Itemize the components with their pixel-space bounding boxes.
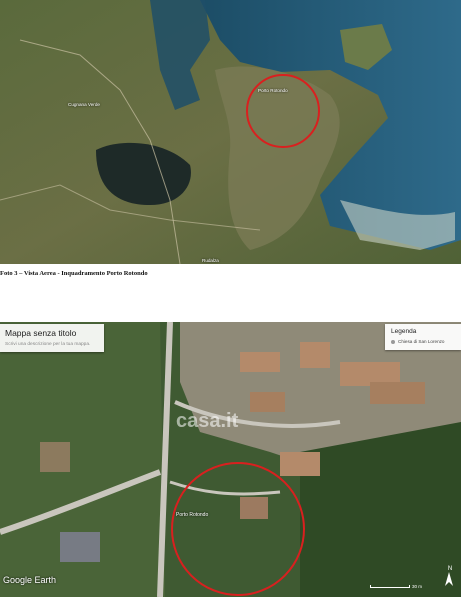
- scale-bar: 30 m: [370, 584, 422, 589]
- label-porto-rotondo: Porto Rotondo: [258, 88, 288, 93]
- legend-item: Chiesa di San Lorenzo: [391, 339, 444, 344]
- detail-map: Mappa senza titolo Scrivi una descrizion…: [0, 322, 461, 597]
- label-cugnana: Cugnana Verde: [68, 102, 100, 107]
- legend-dot-icon: [391, 339, 395, 344]
- north-arrow-icon: N: [444, 566, 456, 590]
- legend-title: Legenda: [391, 328, 417, 335]
- detail-map-image: [0, 322, 461, 597]
- aerial-view-porto-rotondo: Cugnana Verde Porto Rotondo Rudalza: [0, 0, 461, 264]
- legend-item-label: Chiesa di San Lorenzo: [398, 339, 445, 344]
- watermark: casa.it: [176, 410, 239, 432]
- scale-label: 30 m: [412, 584, 423, 589]
- map-title: Mappa senza titolo: [5, 328, 77, 338]
- map-place-label: Porto Rotondo: [176, 512, 209, 518]
- map-title-panel: Mappa senza titolo Scrivi una descrizion…: [0, 324, 104, 352]
- scale-line: [370, 585, 410, 588]
- aerial-view-image: [0, 0, 461, 264]
- google-earth-logo: Google Earth: [3, 575, 57, 585]
- map-description: Scrivi una descrizione per la tua mappa.: [5, 342, 91, 347]
- label-rudalza: Rudalza: [202, 258, 219, 263]
- north-arrow-shape: [445, 572, 453, 586]
- photo-caption: Foto 3 – Vista Aerea - Inquadramento Por…: [0, 270, 148, 277]
- legend-panel: Legenda Chiesa di San Lorenzo: [385, 324, 461, 350]
